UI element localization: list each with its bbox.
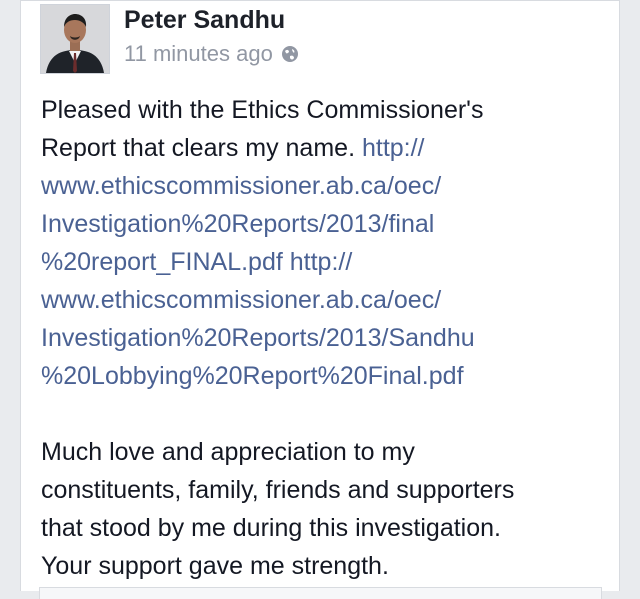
post-text-line: Your support gave me strength.	[41, 552, 389, 580]
post-meta: 11 minutes ago	[124, 40, 299, 68]
post-body: Pleased with the Ethics Commissioner's R…	[41, 91, 606, 585]
post-text-line: Pleased with the Ethics Commissioner's	[41, 96, 484, 124]
post-link[interactable]: Investigation%20Reports/2013/final	[41, 205, 606, 243]
post-link[interactable]: www.ethicscommissioner.ab.ca/oec/	[41, 167, 606, 205]
post-card: Peter Sandhu 11 minutes ago Pleased with…	[20, 0, 620, 599]
profile-photo	[41, 5, 109, 73]
post-footer-preview	[39, 587, 602, 599]
post-timestamp[interactable]: 11 minutes ago	[124, 41, 273, 67]
post-link[interactable]: %20report_FINAL.pdf http://	[41, 243, 606, 281]
post-text-line: constituents, family, friends and suppor…	[41, 476, 515, 504]
post-link[interactable]: Investigation%20Reports/2013/Sandhu	[41, 319, 606, 357]
post-link[interactable]: %20Lobbying%20Report%20Final.pdf	[41, 357, 606, 395]
post-text-fragment: Report that clears my name.	[41, 134, 362, 162]
author-name[interactable]: Peter Sandhu	[124, 4, 285, 36]
author-avatar[interactable]	[40, 4, 110, 74]
post-text-line: Report that clears my name. http://	[41, 129, 606, 167]
post-link[interactable]: http://	[362, 134, 425, 162]
globe-icon[interactable]	[281, 45, 299, 63]
post-text-line: Much love and appreciation to my	[41, 438, 415, 466]
post-text-line: that stood by me during this investigati…	[41, 514, 501, 542]
post-link[interactable]: www.ethicscommissioner.ab.ca/oec/	[41, 281, 606, 319]
